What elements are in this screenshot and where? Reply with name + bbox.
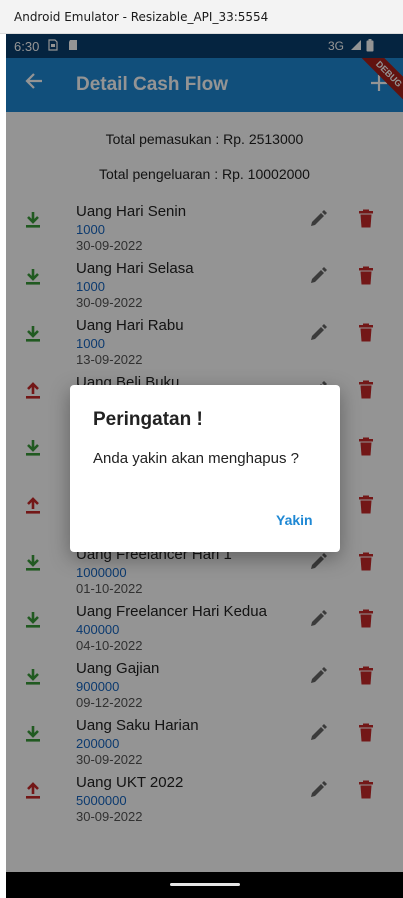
system-nav-bar xyxy=(6,872,403,898)
phone-screen: 6:30 3G Detail Cash Flow DEBUG Total pem… xyxy=(6,34,403,898)
emulator-title: Android Emulator - Resizable_API_33:5554 xyxy=(14,10,269,24)
confirm-button[interactable]: Yakin xyxy=(276,512,313,528)
dialog-message: Anda yakin akan menghapus ? xyxy=(93,450,299,467)
emulator-title-bar: Android Emulator - Resizable_API_33:5554 xyxy=(0,0,403,34)
delete-confirm-dialog: Peringatan ! Anda yakin akan menghapus ?… xyxy=(70,385,340,552)
home-gesture-handle[interactable] xyxy=(170,883,240,886)
dialog-title: Peringatan ! xyxy=(93,409,203,430)
